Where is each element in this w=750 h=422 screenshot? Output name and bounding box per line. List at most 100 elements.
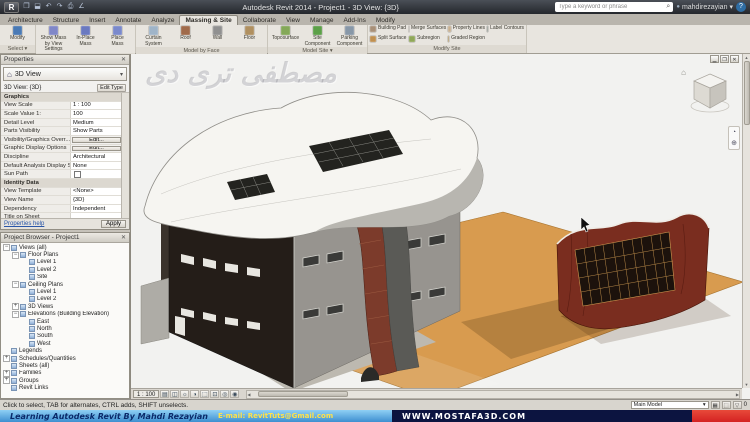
property-row[interactable]: Discipline Architectural — [1, 153, 122, 162]
property-value[interactable]: Medium — [71, 118, 122, 127]
property-row[interactable]: Graphic Display Options Edit... — [1, 144, 122, 154]
browser-tree-item[interactable]: Sheets (all) — [1, 362, 129, 369]
ribbon-button[interactable]: Subregion — [409, 35, 446, 42]
tree-expander-icon[interactable]: + — [12, 303, 19, 311]
ribbon-tab[interactable]: Collaborate — [238, 16, 281, 25]
close-icon[interactable]: ✕ — [121, 56, 126, 63]
view-control-icon[interactable]: ▤ — [160, 390, 170, 398]
tree-expander-icon[interactable]: − — [12, 251, 19, 259]
quick-access-icon[interactable]: ↷ — [55, 1, 64, 13]
property-row[interactable]: Identity Data — [1, 178, 122, 188]
ribbon-tab[interactable]: Insert — [84, 16, 110, 25]
ribbon-button[interactable]: Property Lines — [448, 26, 485, 32]
scroll-down-icon[interactable]: ▼ — [745, 381, 749, 388]
ribbon-button[interactable]: Merge Surfaces — [409, 26, 446, 32]
property-row[interactable]: Detail Level Medium — [1, 118, 122, 128]
tree-expander-icon[interactable]: − — [3, 244, 10, 252]
browser-tree-item[interactable]: − Floor Plans — [1, 251, 129, 259]
property-row[interactable]: Visibility/Graphics Overr... Edit... — [1, 135, 122, 145]
apply-button[interactable]: Apply — [100, 220, 126, 228]
horizontal-scrollbar[interactable]: ◀ ▶ — [246, 389, 740, 399]
infocenter-search[interactable]: Type a keyword or phrase ⌕ — [555, 2, 674, 12]
ribbon-tab[interactable]: Add-Ins — [338, 16, 370, 25]
properties-header[interactable]: Properties ✕ — [1, 55, 129, 65]
property-row[interactable]: Sun Path — [1, 170, 122, 179]
panel-caption[interactable]: Select ▾ — [0, 45, 35, 53]
navigation-bar[interactable]: ◔ ⊕ — [728, 126, 740, 150]
panel-caption[interactable]: Modify Site — [368, 45, 526, 53]
browser-tree-item[interactable]: East — [1, 318, 129, 325]
tree-expander-icon[interactable]: + — [3, 355, 10, 363]
tree-expander-icon[interactable]: + — [3, 377, 10, 385]
quick-access-icon[interactable]: ❒ — [22, 1, 31, 13]
ribbon-button[interactable]: In-Place Mass — [70, 26, 101, 47]
scrollbar-thumb[interactable] — [258, 391, 349, 397]
ribbon-tab[interactable]: Manage — [305, 16, 339, 25]
ribbon-tab[interactable]: View — [281, 16, 305, 25]
ribbon-button[interactable]: Graded Region — [448, 35, 485, 42]
browser-tree-item[interactable]: South — [1, 333, 129, 340]
viewcube-home-icon[interactable]: ⌂ — [681, 68, 686, 77]
drawing-area[interactable]: مصطفی تری دی ▁ ❐ ✕ ⌂ ◔ ⊕ ▲ ▼ 1: 100 ▤ ◫… — [130, 54, 750, 399]
property-row[interactable]: View Scale 1 : 100 — [1, 101, 122, 111]
ribbon-button[interactable]: Toposurface — [270, 26, 301, 42]
browser-tree-item[interactable]: Revit Links — [1, 384, 129, 392]
property-row[interactable]: View Name {3D} — [1, 196, 122, 205]
ribbon-button[interactable]: Building Pad — [370, 26, 407, 32]
scroll-left-icon[interactable]: ◀ — [247, 391, 250, 398]
view-control-icon[interactable]: ⬚ — [200, 390, 210, 398]
signin-area[interactable]: ● mahdirezayian ▾ — [676, 3, 733, 12]
property-value[interactable]: 1 : 100 — [71, 101, 122, 110]
design-options-dropdown[interactable]: Main Model ▾ — [630, 401, 709, 409]
type-selector[interactable]: ⌂ 3D View ▾ — [3, 67, 127, 81]
scroll-up-icon[interactable]: ▲ — [745, 54, 749, 61]
property-value[interactable] — [71, 213, 122, 218]
property-value[interactable]: Edit... — [72, 145, 121, 152]
ribbon-button[interactable]: Parking Component — [334, 26, 365, 47]
property-row[interactable]: View Template <None> — [1, 187, 122, 197]
browser-tree-item[interactable]: − Elevations (Building Elevation) — [1, 310, 129, 318]
scroll-right-icon[interactable]: ▶ — [736, 391, 739, 398]
quick-access-icon[interactable]: ⎙ — [66, 1, 75, 13]
property-value[interactable]: Edit... — [72, 136, 121, 143]
property-row[interactable]: Scale Value 1: 100 — [1, 110, 122, 119]
vertical-scrollbar[interactable]: ▲ ▼ — [742, 54, 750, 388]
browser-tree-item[interactable]: Site — [1, 274, 129, 281]
ribbon-button[interactable]: Curtain System — [138, 26, 169, 47]
property-row[interactable]: Default Analysis Display S... None — [1, 161, 122, 171]
property-value[interactable]: Independent — [71, 204, 122, 213]
browser-tree-item[interactable]: North — [1, 325, 129, 332]
status-bar-icon[interactable]: ▽ — [732, 401, 742, 409]
browser-tree-item[interactable]: Level 1 — [1, 288, 129, 296]
browser-tree-item[interactable]: Level 2 — [1, 296, 129, 303]
property-value[interactable]: <None> — [71, 187, 122, 196]
property-value[interactable] — [71, 170, 122, 178]
browser-tree-item[interactable]: + 3D Views — [1, 303, 129, 311]
ribbon-tab[interactable]: Annotate — [110, 16, 146, 25]
browser-tree-item[interactable]: − Views (all) — [1, 244, 129, 252]
properties-help-link[interactable]: Properties help — [4, 221, 44, 227]
browser-tree-item[interactable]: Level 2 — [1, 266, 129, 273]
ribbon-button[interactable]: Split Surface — [370, 35, 407, 42]
property-row[interactable]: Parts Visibility Show Parts — [1, 127, 122, 136]
view-control-icon[interactable]: ⊡ — [210, 390, 220, 398]
ribbon-button[interactable]: Modify — [2, 26, 33, 42]
quick-access-icon[interactable]: ↶ — [44, 1, 53, 13]
property-value[interactable]: Show Parts — [71, 127, 122, 135]
ribbon-button[interactable]: Floor — [234, 26, 265, 42]
property-row[interactable]: Graphics — [1, 93, 122, 102]
browser-tree-item[interactable]: + Groups — [1, 377, 129, 385]
edit-type-button[interactable]: Edit Type — [97, 83, 126, 92]
ribbon-tab[interactable]: Modify — [371, 16, 400, 25]
view-control-icon[interactable]: ◉ — [230, 390, 240, 398]
view-control-icon[interactable]: ◫ — [170, 390, 180, 398]
browser-tree-item[interactable]: Level 1 — [1, 259, 129, 266]
tree-expander-icon[interactable]: − — [12, 310, 19, 318]
ribbon-button[interactable]: Label Contours — [487, 26, 524, 32]
ribbon-button[interactable]: Site Component — [302, 26, 333, 47]
ribbon-button[interactable]: Show Mass by View Settings — [38, 26, 69, 53]
search-icon[interactable]: ⌕ — [666, 3, 670, 11]
ribbon-button[interactable]: Wall — [202, 26, 233, 42]
ribbon-button[interactable]: Roof — [170, 26, 201, 42]
help-icon[interactable]: ? — [735, 2, 746, 12]
